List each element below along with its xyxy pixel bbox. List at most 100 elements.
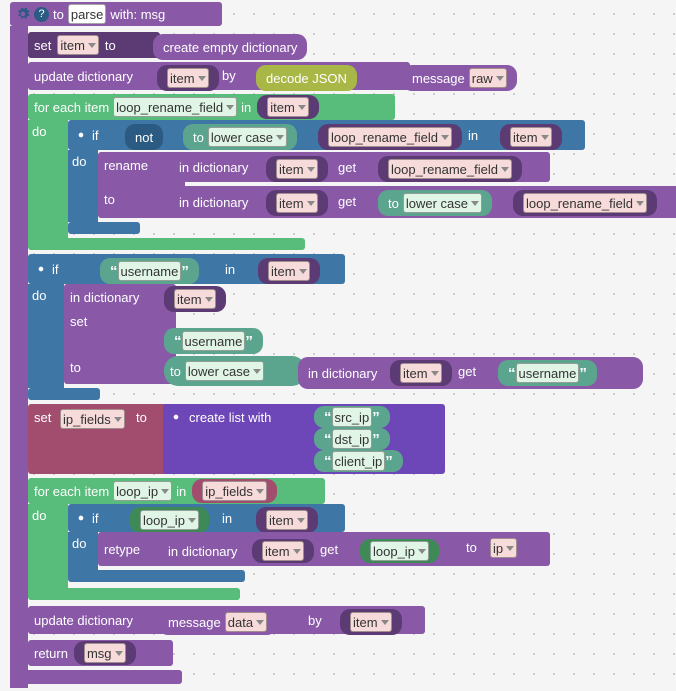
lbl: in: [225, 262, 235, 277]
var-item[interactable]: item: [252, 539, 314, 563]
var-lrf[interactable]: loop_rename_field: [378, 156, 522, 182]
var-item[interactable]: item: [340, 609, 402, 635]
str-srcip[interactable]: “src_ip”: [314, 406, 390, 428]
var-item[interactable]: item: [266, 156, 328, 182]
foreach-rename[interactable]: for each item loop_rename_field in item: [28, 94, 395, 120]
lbl: rename: [104, 158, 148, 173]
var-item[interactable]: item: [164, 286, 226, 312]
dd-lc[interactable]: lower case: [403, 193, 482, 213]
var-item[interactable]: item: [500, 124, 562, 150]
txt[interactable]: username: [182, 331, 246, 351]
var-item[interactable]: item: [157, 65, 219, 91]
txt[interactable]: src_ip: [332, 407, 373, 427]
lbl: by: [222, 68, 236, 83]
gear-icon[interactable]: [74, 511, 88, 525]
dd-data[interactable]: data: [225, 612, 267, 632]
var-item[interactable]: item: [258, 258, 320, 284]
var-lrf[interactable]: loop_rename_field: [318, 124, 462, 150]
var-lrf[interactable]: loop_rename_field: [513, 190, 657, 216]
lbl: create list with: [189, 410, 271, 425]
lbl: get: [458, 364, 476, 379]
decode-json[interactable]: decode JSON: [256, 65, 357, 91]
gear-icon[interactable]: [74, 128, 88, 142]
str-username-key[interactable]: “username”: [164, 328, 263, 354]
lbl: if: [92, 511, 99, 526]
lbl: in dictionary: [70, 290, 139, 305]
msg-data[interactable]: message data: [158, 609, 277, 635]
help-icon[interactable]: ?: [34, 7, 49, 22]
dd-lc[interactable]: lower case: [185, 361, 264, 381]
set-ipfields[interactable]: set ip_fields to: [28, 404, 175, 474]
dict-set-username[interactable]: in dictionary set to: [64, 284, 176, 384]
to-lower-2[interactable]: to lower case: [378, 190, 492, 216]
str-dstip[interactable]: “dst_ip”: [314, 428, 390, 450]
var-loopip[interactable]: loop_ip: [130, 507, 209, 533]
lbl: by: [308, 613, 322, 628]
str-clientip[interactable]: “client_ip”: [314, 450, 403, 472]
if-end: [68, 222, 140, 234]
to-lower-3[interactable]: to lower case: [164, 356, 306, 386]
foreach-loopip[interactable]: for each item loop_ip in ip_fields: [28, 478, 325, 504]
str-username[interactable]: “username”: [100, 258, 199, 284]
lbl-do: do: [32, 124, 46, 139]
lbl: in: [241, 100, 251, 115]
gear-icon[interactable]: [16, 7, 30, 21]
str-username-2[interactable]: “username”: [498, 360, 597, 386]
spine: [10, 26, 28, 688]
set-item-empty[interactable]: set item to: [28, 32, 160, 58]
lbl: if: [52, 262, 59, 277]
fn-name[interactable]: parse: [68, 4, 107, 24]
dd-lc[interactable]: lower case: [208, 127, 287, 147]
return-msg[interactable]: return msg: [28, 640, 173, 666]
lbl-do: do: [72, 154, 86, 169]
lbl: in dictionary: [308, 366, 377, 381]
var-loopip[interactable]: loop_ip: [360, 539, 439, 563]
lbl: get: [320, 542, 338, 557]
to-lower[interactable]: to lower case: [183, 124, 297, 150]
txt[interactable]: username: [516, 363, 580, 383]
create-empty-dict[interactable]: create empty dictionary: [153, 34, 307, 60]
txt[interactable]: dst_ip: [332, 429, 373, 449]
var-item[interactable]: item: [57, 35, 99, 55]
lbl: if: [92, 128, 99, 143]
var-loopip[interactable]: loop_ip: [113, 481, 172, 501]
for-end: [28, 238, 305, 250]
fn-end: [10, 670, 182, 684]
lbl: for each item: [34, 100, 109, 115]
if-end: [28, 388, 100, 400]
var-item[interactable]: item: [257, 95, 319, 119]
lbl: set: [70, 314, 87, 329]
var-msg[interactable]: msg: [74, 641, 136, 665]
blockly-canvas[interactable]: ? to parse with: msg set item to create …: [0, 0, 676, 691]
var-item[interactable]: item: [266, 190, 328, 216]
lbl: in: [468, 128, 478, 143]
for-end: [28, 588, 240, 600]
var-ipfields[interactable]: ip_fields: [60, 409, 125, 429]
lbl-with: with: msg: [110, 7, 165, 22]
dd-raw[interactable]: raw: [469, 68, 507, 88]
rename-block[interactable]: rename to: [98, 152, 185, 218]
txt[interactable]: username: [118, 261, 182, 281]
txt[interactable]: client_ip: [332, 451, 386, 471]
gear-icon[interactable]: [169, 410, 183, 424]
lbl: in dictionary: [179, 160, 248, 175]
lbl: to: [105, 38, 116, 53]
lbl-do: do: [32, 508, 46, 523]
lbl: update dictionary: [34, 613, 133, 628]
var-lrf[interactable]: loop_rename_field: [113, 97, 237, 117]
var-item[interactable]: item: [390, 360, 452, 386]
lbl-do: do: [72, 536, 86, 551]
var-ipfields[interactable]: ip_fields: [192, 479, 277, 503]
lbl: create empty dictionary: [163, 40, 297, 55]
fn-header[interactable]: ? to parse with: msg: [10, 2, 222, 26]
not[interactable]: not: [125, 124, 163, 150]
gear-icon[interactable]: [34, 262, 48, 276]
lbl: message: [168, 615, 221, 630]
lbl: in dictionary: [168, 544, 237, 559]
lbl: return: [34, 646, 68, 661]
lbl: for each item: [34, 484, 109, 499]
var-item[interactable]: item: [256, 507, 318, 533]
lbl: retype: [104, 542, 140, 557]
msg-raw[interactable]: message raw: [402, 65, 517, 91]
dd-ip[interactable]: ip: [490, 538, 517, 558]
